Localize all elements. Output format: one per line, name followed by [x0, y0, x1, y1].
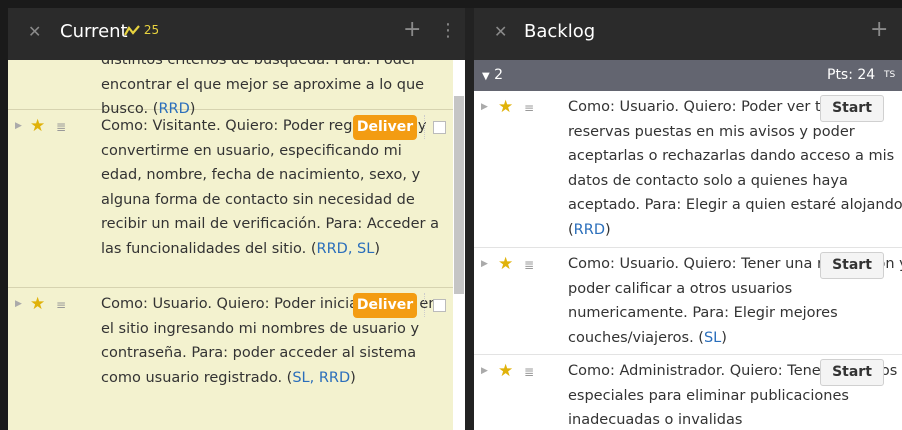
story-labels[interactable]: SL, RRD [292, 370, 350, 386]
caret-down-icon[interactable]: ▼ [482, 71, 490, 82]
iteration-number: ▼ 2 [482, 67, 504, 83]
kebab-menu-icon[interactable]: ⋮ [439, 20, 457, 41]
story-labels[interactable]: RRD, SL [317, 241, 375, 257]
panel-title: Backlog [524, 21, 596, 42]
star-icon: ★ [498, 254, 514, 274]
backlog-header: ✕ Backlog + [474, 8, 902, 60]
start-button[interactable]: Start [820, 252, 884, 279]
estimate-icon: ≡ [56, 298, 67, 312]
scrollbar[interactable] [453, 60, 465, 430]
deliver-button[interactable]: Deliver [353, 293, 417, 318]
backlog-panel: ✕ Backlog + ▼ 2 Pts: 24 TS ▶ ★ ≡ Como: U… [474, 8, 902, 430]
velocity-value: 25 [143, 23, 160, 37]
velocity-badge: 25 [124, 23, 159, 37]
story-item[interactable]: ▶ ★ ≣ Como: Administrador. Quiero: Tener… [474, 355, 902, 430]
deliver-button[interactable]: Deliver [353, 115, 417, 140]
story-labels[interactable]: SL [704, 330, 721, 346]
divider [424, 115, 426, 139]
select-checkbox[interactable] [433, 121, 446, 134]
panel-title: Current [60, 21, 128, 42]
close-icon[interactable]: ✕ [28, 22, 41, 41]
story-item[interactable]: ▶ ★ ≡ Como: Usuario. Quiero: Poder inici… [8, 288, 453, 418]
backlog-story-list: ▶ ★ ≡ Como: Usuario. Quiero: Poder ver t… [474, 91, 902, 430]
panel-divider[interactable] [465, 8, 474, 430]
iteration-team-strength: TS [884, 70, 896, 80]
caret-right-icon[interactable]: ▶ [481, 366, 488, 376]
close-icon[interactable]: ✕ [494, 22, 507, 41]
plus-icon[interactable]: + [403, 17, 421, 42]
start-button[interactable]: Start [820, 95, 884, 122]
star-icon: ★ [498, 97, 514, 117]
story-labels[interactable]: RRD [574, 222, 605, 238]
estimate-icon: ≡ [524, 101, 535, 115]
plus-icon[interactable]: + [870, 17, 888, 42]
select-checkbox[interactable] [433, 299, 446, 312]
estimate-icon: ≣ [524, 365, 535, 379]
velocity-icon [124, 25, 140, 36]
estimate-icon: ≣ [56, 120, 67, 134]
caret-right-icon[interactable]: ▶ [15, 121, 22, 131]
story-item[interactable]: ▶ ★ ≣ Como: Visitante. Quiero: Poder reg… [8, 110, 453, 288]
story-item[interactable]: ▶ ★ ≡ Como: Usuario. Quiero: Poder ver t… [474, 91, 902, 248]
story-item[interactable]: ▶ ★ ≣ Como: Usuario. Quiero: Tener una r… [474, 248, 902, 355]
caret-right-icon[interactable]: ▶ [481, 259, 488, 269]
story-item[interactable]: distintos criterios de busqueda. Para: P… [8, 60, 453, 117]
iteration-header[interactable]: ▼ 2 Pts: 24 TS [474, 60, 902, 91]
star-icon: ★ [498, 361, 514, 381]
start-button[interactable]: Start [820, 359, 884, 386]
caret-right-icon[interactable]: ▶ [481, 102, 488, 112]
star-icon: ★ [30, 116, 46, 136]
star-icon: ★ [30, 294, 46, 314]
caret-right-icon[interactable]: ▶ [15, 299, 22, 309]
estimate-icon: ≣ [524, 258, 535, 272]
current-panel: ✕ Current 25 + ⋮ distintos criterios de … [8, 8, 465, 430]
divider [424, 293, 426, 317]
current-header: ✕ Current 25 + ⋮ [8, 8, 465, 60]
current-story-list: distintos criterios de busqueda. Para: P… [8, 60, 453, 430]
scrollbar-thumb[interactable] [454, 96, 464, 294]
iteration-points: Pts: 24 [827, 67, 876, 83]
